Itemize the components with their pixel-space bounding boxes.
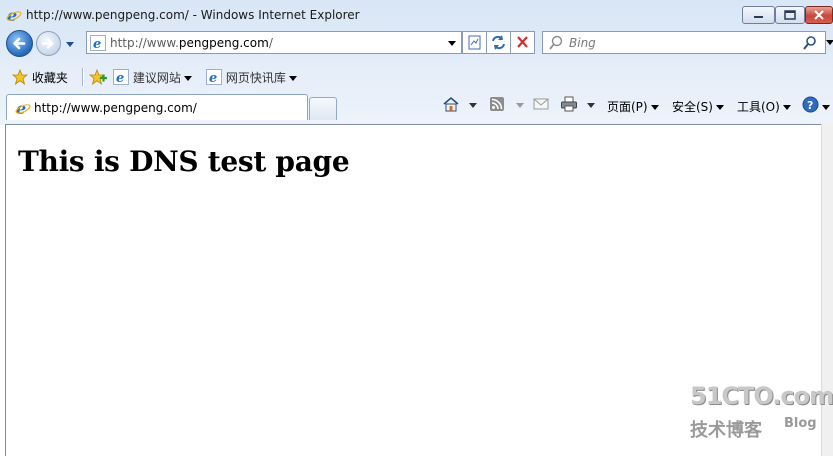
- tools-menu-dropdown-icon: [782, 105, 791, 110]
- printer-icon: [560, 96, 578, 115]
- web-slice-gallery-ie-icon: e: [206, 69, 222, 88]
- watermark: 51CTO.com 技术博客 Blog: [690, 382, 833, 442]
- forward-arrow-icon: [41, 38, 54, 49]
- tab-ie-icon: e: [15, 99, 31, 118]
- svg-text:?: ?: [807, 99, 813, 112]
- title-bar: e http://www.pengpeng.com/ - Windows Int…: [0, 0, 833, 30]
- favorites-separator: [82, 68, 83, 86]
- print-dropdown-icon[interactable]: [587, 103, 595, 108]
- restore-button[interactable]: [775, 6, 805, 24]
- page-menu-dropdown-icon: [650, 105, 659, 110]
- recent-pages-dropdown[interactable]: [66, 42, 74, 47]
- web-slice-gallery-button[interactable]: e 网页快讯库: [206, 69, 297, 88]
- tools-menu[interactable]: 工具(O): [737, 98, 791, 115]
- safety-menu[interactable]: 安全(S): [672, 98, 724, 115]
- search-box[interactable]: Bing: [542, 31, 826, 54]
- feeds-button[interactable]: [489, 96, 505, 115]
- address-url-domain: pengpeng.com: [178, 36, 269, 50]
- ie-logo-icon: e: [6, 6, 22, 25]
- page-menu[interactable]: 页面(P): [607, 98, 659, 115]
- browser-chrome: e http://www.pengpeng.com/ - Windows Int…: [0, 0, 833, 125]
- help-icon: ?: [802, 96, 819, 116]
- svg-text:e: e: [209, 71, 217, 85]
- close-window-button[interactable]: [805, 6, 833, 24]
- stop-button[interactable]: [510, 31, 535, 54]
- suggested-sites-ie-icon: e: [113, 69, 129, 88]
- new-tab-button[interactable]: [309, 97, 337, 120]
- refresh-button[interactable]: [486, 31, 511, 54]
- page-menu-label: 页面(P): [607, 100, 648, 114]
- suggested-sites-dropdown-icon: [183, 76, 192, 81]
- help-dropdown-icon: [822, 105, 830, 110]
- favorites-label: 收藏夹: [31, 71, 68, 85]
- address-url-suffix: /: [268, 36, 273, 50]
- address-url-prefix: http://www.: [110, 36, 179, 50]
- back-arrow-icon: [13, 37, 26, 50]
- tools-menu-label: 工具(O): [737, 100, 780, 114]
- suggested-sites-label: 建议网站: [132, 71, 181, 85]
- compatibility-view-icon: [468, 35, 481, 50]
- rss-feed-icon: [489, 96, 505, 115]
- compatibility-view-button[interactable]: [462, 31, 487, 54]
- address-dropdown-icon[interactable]: [448, 41, 456, 46]
- suggested-sites-button[interactable]: e 建议网站: [113, 69, 192, 88]
- web-slice-gallery-dropdown-icon: [288, 76, 297, 81]
- add-favorite-icon: [88, 68, 107, 88]
- tab-current[interactable]: e http://www.pengpeng.com/: [6, 94, 308, 120]
- mail-icon: [533, 97, 549, 114]
- favorites-button[interactable]: 收藏夹: [11, 68, 68, 88]
- window-title: http://www.pengpeng.com/ - Windows Inter…: [26, 8, 360, 22]
- page-heading: This is DNS test page: [18, 145, 350, 178]
- web-slice-gallery-label: 网页快讯库: [225, 71, 286, 85]
- page-icon: e: [90, 35, 106, 52]
- help-button[interactable]: ?: [802, 96, 830, 116]
- safety-menu-label: 安全(S): [672, 100, 713, 114]
- safety-menu-dropdown-icon: [715, 105, 724, 110]
- svg-text:e: e: [116, 71, 124, 85]
- feeds-dropdown-icon[interactable]: [516, 103, 524, 108]
- add-to-favorites-bar-button[interactable]: [88, 68, 107, 88]
- watermark-brand: 51CTO.com: [690, 382, 833, 410]
- bing-search-icon: [548, 35, 564, 54]
- watermark-tagline: 技术博客: [690, 420, 762, 441]
- read-mail-button[interactable]: [533, 97, 549, 114]
- favorites-star-icon: [11, 68, 29, 88]
- back-button[interactable]: [6, 30, 33, 57]
- tab-title: http://www.pengpeng.com/: [34, 101, 197, 115]
- stop-icon: [517, 36, 528, 48]
- search-icon[interactable]: [802, 35, 818, 54]
- address-url[interactable]: http://www.pengpeng.com/: [110, 36, 273, 50]
- search-placeholder: Bing: [569, 36, 596, 50]
- search-options-dropdown[interactable]: [826, 40, 833, 45]
- home-icon: [442, 96, 460, 115]
- watermark-blog: Blog: [784, 416, 817, 431]
- print-button[interactable]: [560, 96, 578, 115]
- refresh-icon: [492, 35, 505, 50]
- minimize-button[interactable]: [742, 6, 775, 24]
- forward-button[interactable]: [36, 31, 61, 56]
- favorites-bar: 收藏夹 e 建议网站 e 网页快讯库: [0, 63, 833, 91]
- svg-text:e: e: [93, 37, 101, 51]
- address-bar[interactable]: e http://www.pengpeng.com/: [86, 31, 462, 54]
- home-dropdown-icon[interactable]: [469, 103, 477, 108]
- home-button[interactable]: [442, 96, 460, 115]
